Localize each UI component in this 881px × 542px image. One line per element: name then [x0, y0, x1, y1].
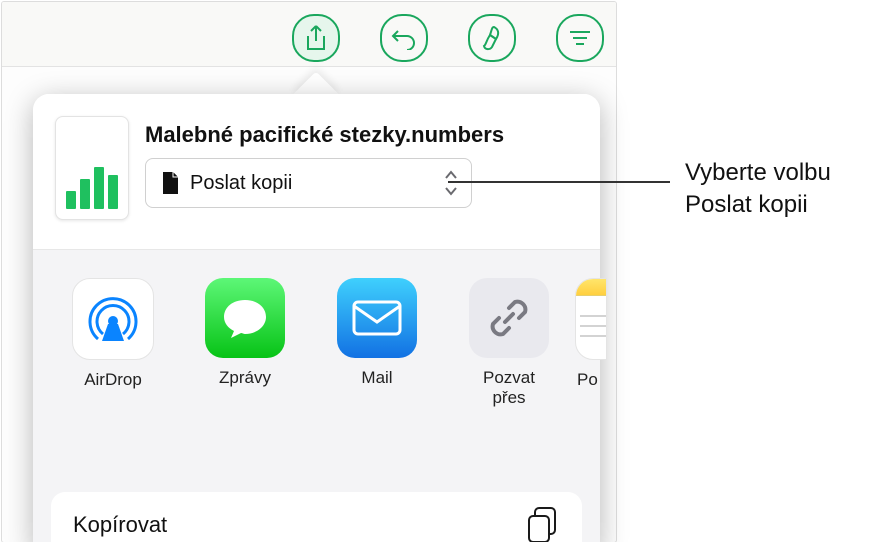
share-actions: Kopírovat	[33, 478, 600, 542]
toolbar	[2, 2, 616, 67]
send-mode-dropdown[interactable]: Poslat kopii	[145, 158, 472, 208]
undo-button[interactable]	[380, 14, 428, 62]
format-button[interactable]	[468, 14, 516, 62]
copy-action[interactable]: Kopírovat	[51, 492, 582, 542]
dropdown-label: Poslat kopii	[190, 172, 292, 195]
invite-label-line2: přes	[492, 388, 525, 408]
mail-app[interactable]: Mail	[311, 278, 443, 388]
invite-label-line1: Pozvat	[483, 368, 535, 388]
messages-label: Zprávy	[219, 368, 271, 388]
undo-icon	[391, 26, 417, 50]
callout-line2: Poslat kopii	[685, 191, 808, 218]
share-icon	[305, 25, 327, 51]
invite-app[interactable]: Pozvat přes	[443, 278, 575, 409]
share-apps-row[interactable]: AirDrop Zprávy Mail	[33, 250, 600, 478]
notes-label-partial: Po	[577, 370, 598, 390]
messages-icon	[205, 278, 285, 358]
mail-icon	[337, 278, 417, 358]
share-button[interactable]	[292, 14, 340, 62]
callout-line1: Vyberte volbu	[685, 159, 831, 186]
copy-icon	[526, 506, 560, 542]
airdrop-label: AirDrop	[84, 370, 142, 390]
share-sheet: Malebné pacifické stezky.numbers Poslat …	[33, 94, 600, 542]
link-icon	[469, 278, 549, 358]
callout-leader-line	[448, 181, 670, 183]
copy-label: Kopírovat	[73, 512, 167, 538]
more-button[interactable]	[556, 14, 604, 62]
document-icon	[160, 171, 180, 195]
more-icon	[569, 29, 591, 47]
notes-icon	[575, 278, 607, 360]
airdrop-icon	[72, 278, 154, 360]
chart-icon	[66, 167, 118, 209]
notes-app-partial[interactable]: Po	[575, 278, 617, 390]
document-title: Malebné pacifické stezky.numbers	[145, 122, 504, 148]
paintbrush-icon	[480, 25, 504, 51]
mail-label: Mail	[361, 368, 392, 388]
document-thumbnail	[55, 116, 129, 220]
airdrop-app[interactable]: AirDrop	[47, 278, 179, 390]
caret-mask	[280, 94, 350, 118]
messages-app[interactable]: Zprávy	[179, 278, 311, 388]
chevron-up-down-icon	[443, 167, 459, 199]
callout-text: Vyberte volbu Poslat kopii	[685, 157, 831, 222]
